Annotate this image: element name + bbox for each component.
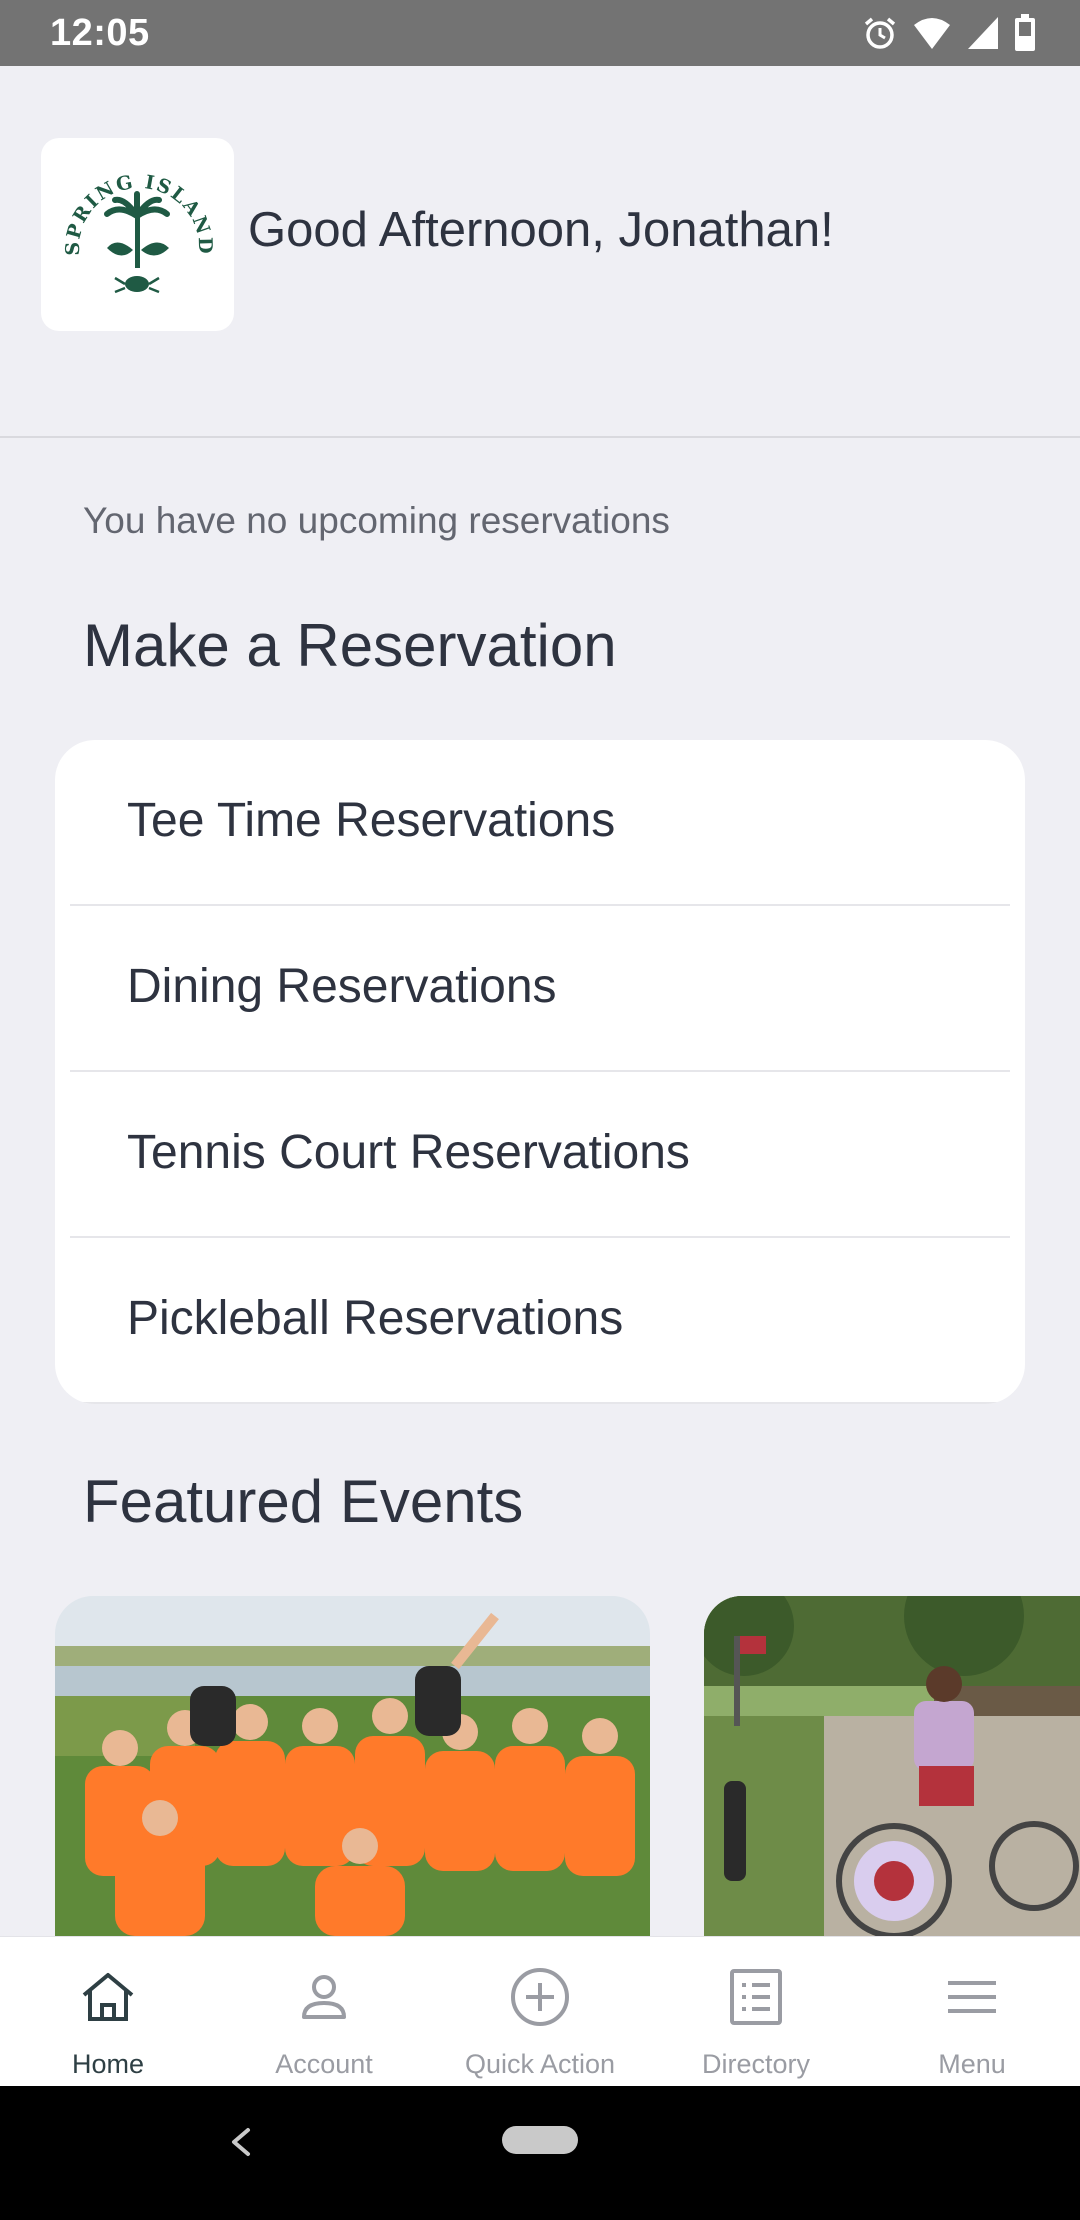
nav-menu[interactable]: Menu — [864, 1937, 1080, 2087]
back-icon[interactable] — [222, 2122, 262, 2162]
wifi-icon — [912, 15, 952, 51]
menu-icon — [948, 1981, 996, 2013]
greeting: Good Afternoon, Jonathan! — [248, 203, 834, 257]
featured-events-title: Featured Events — [83, 1468, 524, 1535]
spring-island-logo: SPRING ISLAND — [41, 138, 234, 331]
status-bar: 12:05 — [0, 0, 1080, 66]
tee-time-reservations-item[interactable]: Tee Time Reservations — [70, 740, 1010, 906]
nav-directory[interactable]: Directory — [648, 1937, 864, 2087]
system-navigation-bar — [0, 2086, 1080, 2220]
nav-label: Menu — [938, 2049, 1006, 2079]
event-photo-bike-parade — [704, 1596, 1080, 1936]
nav-label: Quick Action — [464, 2049, 616, 2079]
plus-circle-icon — [511, 1968, 569, 2026]
signal-icon — [966, 15, 1000, 51]
alarm-icon — [862, 15, 898, 51]
make-reservation-title: Make a Reservation — [83, 612, 617, 679]
home-pill[interactable] — [502, 2126, 578, 2154]
featured-event-card-1[interactable] — [55, 1596, 650, 1936]
reservation-options-card: Tee Time Reservations Dining Reservation… — [55, 740, 1025, 1404]
nav-label: Home — [71, 2049, 145, 2079]
nav-label: Directory — [701, 2049, 810, 2079]
reservation-item-label: Tennis Court Reservations — [127, 1126, 690, 1179]
featured-event-card-2[interactable] — [704, 1596, 1080, 1936]
dining-reservations-item[interactable]: Dining Reservations — [70, 906, 1010, 1072]
tennis-court-reservations-item[interactable]: Tennis Court Reservations — [70, 1072, 1010, 1238]
reservation-item-label: Dining Reservations — [127, 960, 557, 1013]
status-icons — [862, 14, 1036, 52]
event-photo-kids-group — [55, 1596, 650, 1936]
directory-icon — [730, 1969, 782, 2025]
nav-quick-action[interactable]: Quick Action — [432, 1937, 648, 2087]
nav-label: Account — [275, 2049, 373, 2079]
reservation-item-label: Tee Time Reservations — [127, 794, 616, 847]
status-time: 12:05 — [50, 12, 150, 54]
pickleball-reservations-item[interactable]: Pickleball Reservations — [70, 1238, 1010, 1404]
bottom-navigation: Home Account Quick Action Directory Menu — [0, 1936, 1080, 2086]
account-icon — [302, 1975, 346, 2019]
no-reservations-message: You have no upcoming reservations — [83, 500, 670, 541]
home-icon — [82, 1973, 134, 2021]
nav-account[interactable]: Account — [216, 1937, 432, 2087]
battery-icon — [1014, 14, 1036, 52]
nav-home[interactable]: Home — [0, 1937, 216, 2087]
reservation-item-label: Pickleball Reservations — [127, 1292, 624, 1345]
